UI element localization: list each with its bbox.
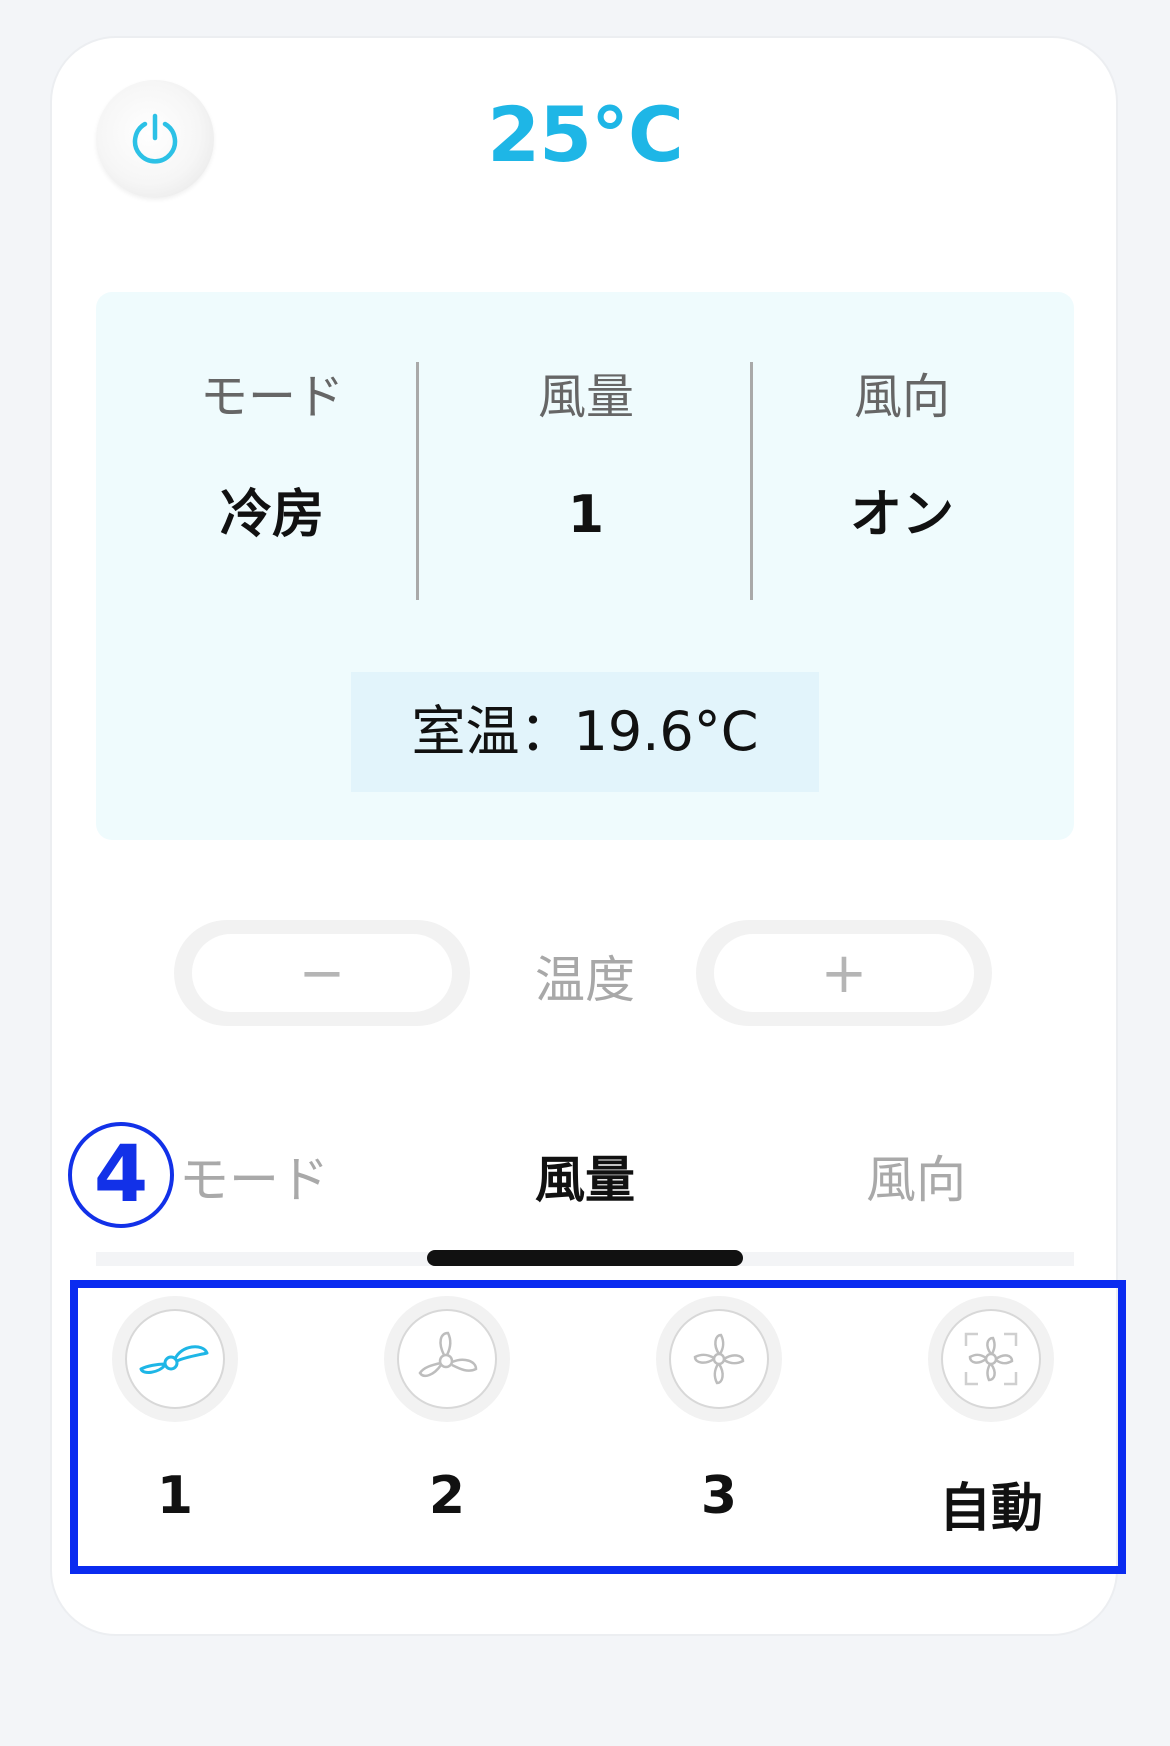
temperature-increase-button[interactable]: + xyxy=(696,920,992,1026)
tab-fan-speed[interactable]: 風量 xyxy=(465,1145,705,1215)
temperature-decrease-button[interactable]: − xyxy=(174,920,470,1026)
status-mode: モード 冷房 xyxy=(112,362,432,550)
temperature-label: 温度 xyxy=(535,951,635,1009)
status-divider xyxy=(416,362,419,600)
status-fan: 風量 1 xyxy=(426,362,746,550)
fan-option-1[interactable]: 1 xyxy=(112,1296,242,1526)
status-fan-value: 1 xyxy=(567,485,605,545)
fan-option-3[interactable]: 3 xyxy=(656,1296,786,1526)
status-fan-label: 風量 xyxy=(537,369,634,425)
tab-direction[interactable]: 風向 xyxy=(796,1145,1036,1215)
power-button[interactable] xyxy=(96,80,214,198)
plus-icon: + xyxy=(714,934,974,1012)
minus-icon: − xyxy=(192,934,452,1012)
step-badge: 4 xyxy=(68,1122,174,1228)
fan-option-auto[interactable]: 自動 xyxy=(928,1296,1058,1539)
status-direction: 風向 オン xyxy=(742,362,1062,550)
set-temperature: 25°C xyxy=(487,90,684,179)
fan-auto-icon xyxy=(964,1332,1018,1386)
fan-option-label: 2 xyxy=(428,1466,466,1526)
fan-option-2[interactable]: 2 xyxy=(384,1296,514,1526)
fan-speed-2-icon xyxy=(418,1331,478,1377)
fan-speed-1-icon xyxy=(139,1345,209,1374)
status-panel: モード 冷房 風量 1 風向 オン 室温：19.6°C xyxy=(96,292,1074,840)
status-direction-value: オン xyxy=(849,485,954,545)
tab-indicator xyxy=(427,1250,743,1266)
fan-option-label: 自動 xyxy=(938,1479,1043,1539)
room-temperature: 室温：19.6°C xyxy=(351,672,819,792)
fan-speed-3-icon xyxy=(693,1333,745,1385)
status-mode-value: 冷房 xyxy=(219,485,324,545)
fan-option-label: 3 xyxy=(700,1466,738,1526)
status-mode-label: モード xyxy=(199,369,344,425)
fan-option-label: 1 xyxy=(156,1466,194,1526)
power-icon xyxy=(132,113,178,164)
status-direction-label: 風向 xyxy=(853,369,950,425)
